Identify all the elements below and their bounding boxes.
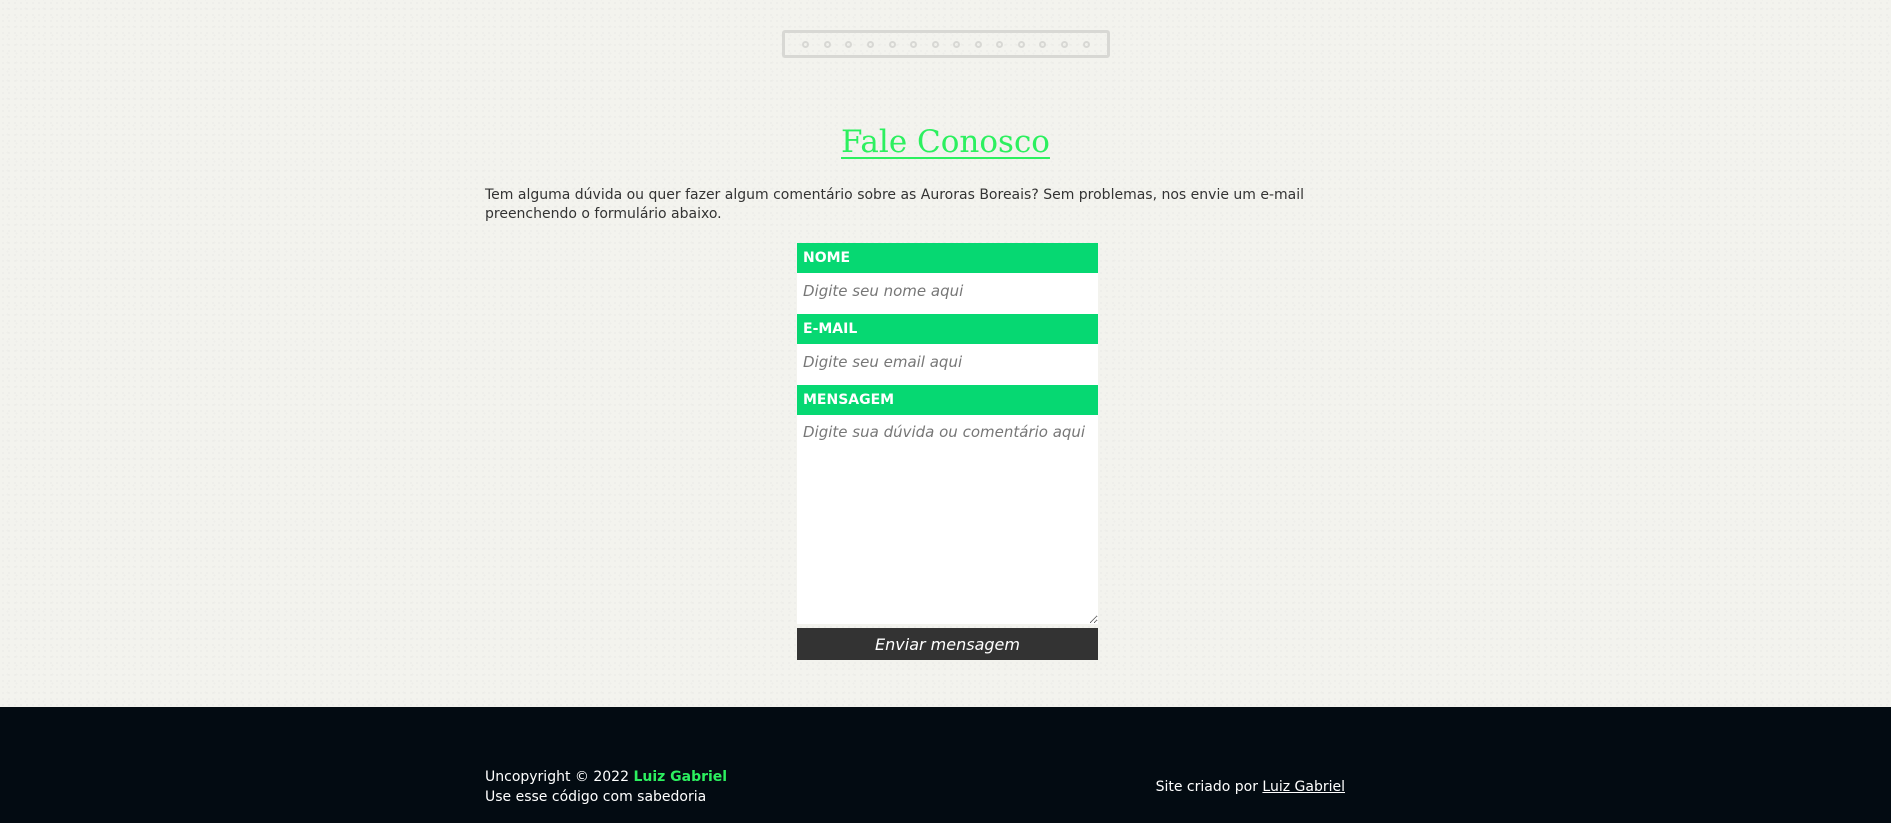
intro-text: Tem alguma dúvida ou quer fazer algum co… bbox=[485, 187, 1305, 222]
message-textarea[interactable] bbox=[797, 415, 1098, 624]
email-label: E-MAIL bbox=[797, 314, 1098, 344]
footer-copyright: Uncopyright © 2022 Luiz Gabriel bbox=[485, 767, 727, 787]
footer-credit: Site criado por Luiz Gabriel bbox=[1156, 777, 1345, 797]
name-input[interactable] bbox=[797, 273, 1098, 314]
divider-dot bbox=[953, 40, 961, 48]
divider-dot bbox=[1017, 40, 1025, 48]
copyright-text: Uncopyright © 2022 bbox=[485, 769, 629, 785]
divider-dot bbox=[802, 40, 810, 48]
decorative-divider bbox=[782, 30, 1110, 58]
site-footer: Uncopyright © 2022 Luiz Gabriel Use esse… bbox=[0, 707, 1891, 823]
message-label: MENSAGEM bbox=[797, 385, 1098, 415]
divider-dot bbox=[1061, 40, 1069, 48]
divider-dot bbox=[866, 40, 874, 48]
divider-dot bbox=[996, 40, 1004, 48]
author-link[interactable]: Luiz Gabriel bbox=[1262, 779, 1345, 795]
divider-dot bbox=[910, 40, 918, 48]
divider-dot bbox=[823, 40, 831, 48]
divider-dot bbox=[974, 40, 982, 48]
credit-text: Site criado por bbox=[1155, 779, 1258, 795]
footer-tagline: Use esse código com sabedoria bbox=[485, 789, 707, 805]
divider-dot bbox=[845, 40, 853, 48]
footer-copyright-block: Uncopyright © 2022 Luiz Gabriel Use esse… bbox=[485, 767, 727, 807]
divider-dot bbox=[888, 40, 896, 48]
divider-dot bbox=[931, 40, 939, 48]
copyright-author: Luiz Gabriel bbox=[633, 769, 728, 785]
name-label: NOME bbox=[797, 243, 1098, 273]
divider-dot bbox=[1039, 40, 1047, 48]
email-input[interactable] bbox=[797, 344, 1098, 385]
submit-button[interactable]: Enviar mensagem bbox=[797, 628, 1098, 660]
page-title: Fale Conosco bbox=[841, 124, 1050, 160]
divider-dot bbox=[1082, 40, 1090, 48]
contact-form: NOME E-MAIL MENSAGEM Enviar mensagem bbox=[797, 243, 1098, 660]
